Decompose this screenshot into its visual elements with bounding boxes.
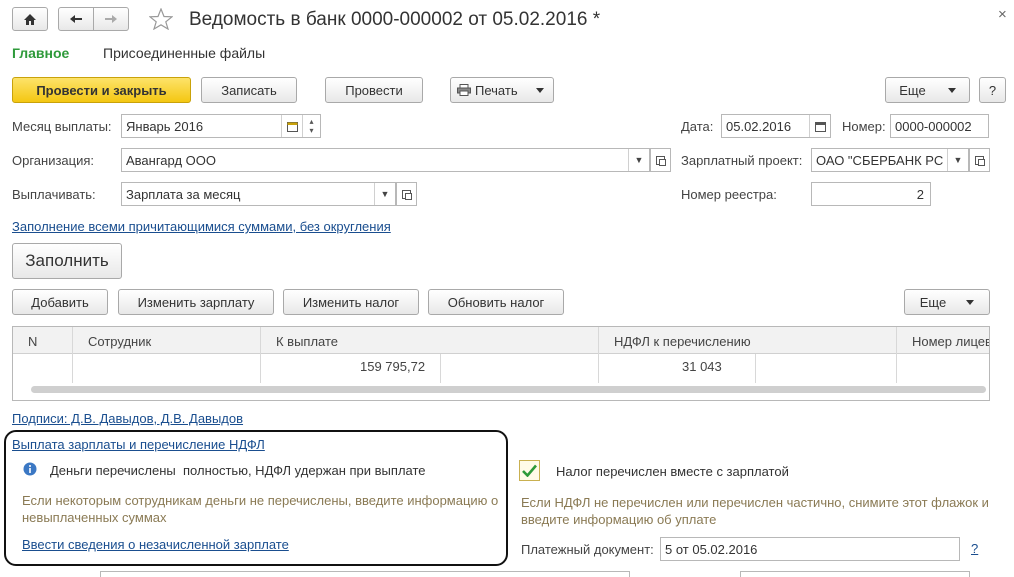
edit-salary-button[interactable]: Изменить зарплату: [118, 289, 274, 315]
help-button[interactable]: ?: [979, 77, 1006, 103]
open-pay-type-icon[interactable]: [396, 182, 417, 206]
favorite-star[interactable]: [148, 7, 174, 33]
bottom-partial-field-2[interactable]: [740, 571, 970, 577]
month-label: Месяц выплаты:: [12, 119, 112, 134]
post-and-close-button[interactable]: Провести и закрыть: [12, 77, 191, 103]
fill-button[interactable]: Заполнить: [12, 243, 122, 279]
dropdown-icon[interactable]: ▼: [628, 149, 649, 171]
home-icon: [24, 13, 36, 25]
arrow-left-icon: [70, 15, 82, 23]
more-button[interactable]: Еще: [885, 77, 970, 103]
unpaid-hint: Если некоторым сотрудникам деньги не пер…: [22, 493, 499, 525]
tax-paid-checkbox[interactable]: [519, 460, 540, 481]
column-header-employee[interactable]: Сотрудник: [88, 334, 151, 349]
table-more-button[interactable]: Еще: [904, 289, 990, 315]
employees-table[interactable]: N Сотрудник К выплате НДФЛ к перечислени…: [12, 326, 990, 401]
calendar-icon[interactable]: [281, 115, 302, 137]
salary-project-field[interactable]: ОАО "СБЕРБАНК РС ▼: [811, 148, 969, 172]
salary-project-label: Зарплатный проект:: [681, 153, 803, 168]
window-title: Ведомость в банк 0000-000002 от 05.02.20…: [189, 9, 601, 30]
tax-paid-label[interactable]: Налог перечислен вместе с зарплатой: [556, 464, 789, 479]
column-header-to-pay[interactable]: К выплате: [276, 334, 338, 349]
close-icon[interactable]: ×: [998, 6, 1007, 23]
chevron-down-icon: [966, 299, 975, 305]
dropdown-icon[interactable]: ▼: [947, 149, 968, 171]
table-more-label: Еще: [919, 294, 947, 310]
payment-doc-help-link[interactable]: ?: [971, 541, 978, 556]
checkmark-icon: [522, 464, 537, 477]
post-and-close-label: Провести и закрыть: [36, 82, 167, 98]
add-button[interactable]: Добавить: [12, 289, 108, 315]
column-header-account[interactable]: Номер лицев: [912, 334, 989, 349]
open-organization-icon[interactable]: [650, 148, 671, 172]
horizontal-scrollbar[interactable]: [31, 386, 986, 393]
column-header-tax[interactable]: НДФЛ к перечислению: [614, 334, 751, 349]
tax-hint: Если НДФЛ не перечислен или перечислен ч…: [521, 495, 989, 527]
more-label: Еще: [899, 82, 926, 98]
unpaid-salary-link[interactable]: Ввести сведения о незачисленной зарплате: [22, 537, 289, 552]
forward-button[interactable]: [93, 7, 129, 31]
post-label: Провести: [345, 82, 403, 98]
edit-tax-button[interactable]: Изменить налог: [283, 289, 419, 315]
save-label: Записать: [221, 82, 277, 98]
payment-doc-label: Платежный документ:: [521, 542, 654, 557]
stepper-down-icon[interactable]: ▾: [309, 126, 313, 135]
date-value: 05.02.2016: [726, 118, 792, 134]
tab-main[interactable]: Главное: [12, 45, 69, 61]
help-label: ?: [988, 82, 997, 98]
table-header: [13, 327, 989, 354]
edit-tax-label: Изменить налог: [302, 294, 400, 310]
home-button[interactable]: [12, 7, 48, 31]
update-tax-label: Обновить налог: [447, 294, 545, 310]
star-icon: [148, 7, 174, 31]
month-stepper[interactable]: ▴ ▾: [302, 115, 320, 137]
printer-icon: [457, 84, 471, 96]
save-button[interactable]: Записать: [201, 77, 297, 103]
add-label: Добавить: [31, 294, 89, 310]
edit-salary-label: Изменить зарплату: [137, 294, 255, 310]
month-value: Январь 2016: [126, 118, 204, 134]
month-field[interactable]: Январь 2016 ▴ ▾: [121, 114, 321, 138]
payment-doc-value: 5 от 05.02.2016: [665, 541, 758, 557]
print-button[interactable]: Печать: [450, 77, 554, 103]
salary-project-value: ОАО "СБЕРБАНК РС: [816, 152, 944, 168]
arrow-right-icon: [105, 15, 117, 23]
print-label: Печать: [475, 82, 518, 98]
date-field[interactable]: 05.02.2016: [721, 114, 831, 138]
payment-link[interactable]: Выплата зарплаты и перечисление НДФЛ: [12, 437, 265, 452]
back-button[interactable]: [58, 7, 94, 31]
date-label: Дата:: [681, 119, 714, 134]
fill-label: Заполнить: [25, 251, 109, 270]
number-label: Номер:: [842, 119, 886, 134]
organization-label: Организация:: [12, 153, 95, 168]
info-icon: [23, 462, 37, 479]
payment-doc-field[interactable]: 5 от 05.02.2016: [660, 537, 960, 561]
signatures-link[interactable]: Подписи: Д.В. Давыдов, Д.В. Давыдов: [12, 411, 243, 426]
post-button[interactable]: Провести: [325, 77, 423, 103]
registry-number-value: 2: [916, 186, 924, 202]
pay-type-value: Зарплата за месяц: [126, 186, 241, 202]
payment-info-text: Деньги перечислены полностью, НДФЛ удерж…: [50, 463, 426, 478]
pay-type-label: Выплачивать:: [12, 187, 96, 202]
open-salary-project-icon[interactable]: [969, 148, 990, 172]
chevron-down-icon: [535, 87, 544, 93]
column-header-n[interactable]: N: [28, 334, 37, 349]
pay-type-field[interactable]: Зарплата за месяц ▼: [121, 182, 396, 206]
organization-field[interactable]: Авангард ООО ▼: [121, 148, 650, 172]
tab-attached-files[interactable]: Присоединенные файлы: [103, 45, 265, 61]
number-field[interactable]: 0000-000002: [890, 114, 989, 138]
organization-value: Авангард ООО: [126, 152, 216, 168]
registry-number-label: Номер реестра:: [681, 187, 777, 202]
bottom-partial-field[interactable]: [100, 571, 630, 577]
total-to-pay: 159 795,72: [360, 359, 426, 374]
fill-mode-link[interactable]: Заполнение всеми причитающимися суммами,…: [12, 219, 391, 234]
calendar-icon[interactable]: [809, 115, 830, 137]
dropdown-icon[interactable]: ▼: [374, 183, 395, 205]
stepper-up-icon[interactable]: ▴: [309, 117, 313, 126]
total-tax: 31 043: [682, 359, 722, 374]
update-tax-button[interactable]: Обновить налог: [428, 289, 564, 315]
number-value: 0000-000002: [895, 118, 972, 134]
chevron-down-icon: [947, 87, 956, 93]
registry-number-field[interactable]: 2: [811, 182, 931, 206]
